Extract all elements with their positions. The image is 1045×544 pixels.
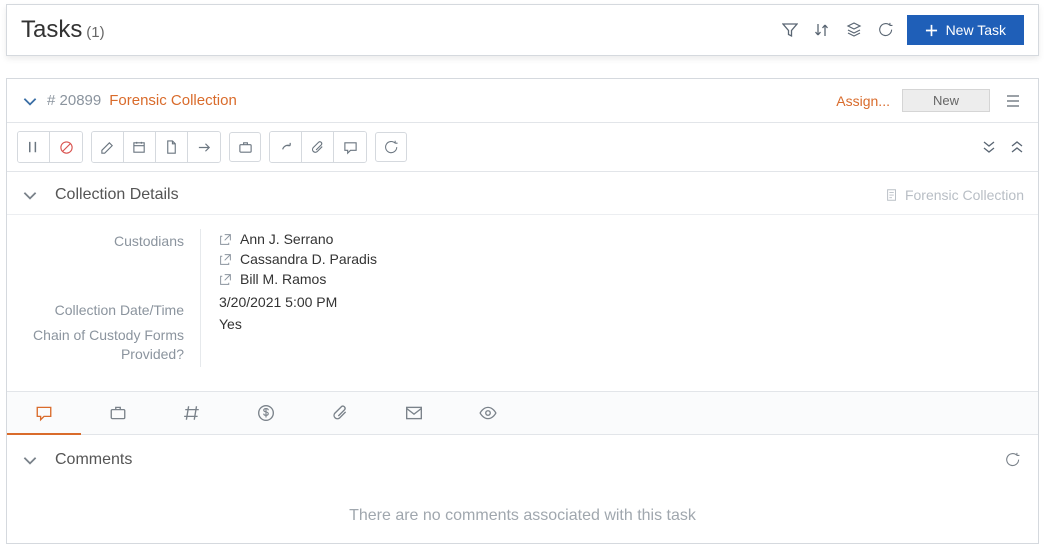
page-header: Tasks (1) New Task — [6, 4, 1039, 56]
custodian-name[interactable]: Bill M. Ramos — [240, 271, 326, 287]
layers-icon[interactable] — [843, 19, 865, 41]
chevron-down-icon[interactable] — [21, 92, 39, 110]
label-chain: Chain of Custody Forms Provided? — [21, 323, 184, 367]
refresh-icon[interactable] — [875, 19, 897, 41]
comments-title: Comments — [55, 451, 132, 469]
details-title: Collection Details — [55, 186, 179, 204]
cancel-button[interactable] — [50, 132, 82, 162]
task-name[interactable]: Forensic Collection — [109, 92, 237, 109]
briefcase-icon — [109, 404, 127, 422]
comments-header: Comments — [7, 435, 1038, 479]
tab-briefcase[interactable] — [81, 392, 155, 434]
attach-button[interactable] — [302, 132, 334, 162]
task-toolbar — [7, 123, 1038, 172]
chevron-down-icon[interactable] — [21, 451, 39, 469]
external-link-icon[interactable] — [219, 273, 232, 286]
filter-icon[interactable] — [779, 19, 801, 41]
hash-icon — [183, 404, 201, 422]
external-link-icon[interactable] — [219, 233, 232, 246]
plus-icon — [925, 24, 938, 37]
tab-hash[interactable] — [155, 392, 229, 434]
custodian-name[interactable]: Cassandra D. Paradis — [240, 251, 377, 267]
status-badge[interactable]: New — [902, 89, 990, 112]
tab-comments[interactable] — [7, 392, 81, 434]
refresh-button[interactable] — [375, 132, 407, 162]
sort-icon[interactable] — [811, 19, 833, 41]
attach-icon — [331, 404, 349, 422]
tab-mail[interactable] — [377, 392, 451, 434]
custodian-row: Cassandra D. Paradis — [219, 249, 1018, 269]
task-id: # 20899 — [47, 92, 101, 109]
menu-icon[interactable] — [1002, 90, 1024, 112]
eye-icon — [479, 404, 497, 422]
tabs — [7, 391, 1038, 435]
label-datetime: Collection Date/Time — [21, 298, 184, 323]
refresh-comments-icon[interactable] — [1002, 449, 1024, 471]
task-card: # 20899 Forensic Collection Assign... Ne… — [6, 78, 1039, 544]
datetime-value: 3/20/2021 5:00 PM — [219, 291, 1018, 313]
file-button[interactable] — [156, 132, 188, 162]
comment-icon — [35, 404, 53, 422]
external-link-icon[interactable] — [219, 253, 232, 266]
details-section-header: Collection Details Forensic Collection — [7, 172, 1038, 215]
edit-button[interactable] — [92, 132, 124, 162]
custodian-row: Bill M. Ramos — [219, 269, 1018, 289]
page-count: (1) — [86, 24, 104, 41]
doc-icon — [885, 188, 899, 202]
tab-cost[interactable] — [229, 392, 303, 434]
custodian-name[interactable]: Ann J. Serrano — [240, 231, 333, 247]
expand-all-icon[interactable] — [978, 136, 1000, 158]
tab-attach[interactable] — [303, 392, 377, 434]
arrow-button[interactable] — [188, 132, 220, 162]
tab-eye[interactable] — [451, 392, 525, 434]
assign-link[interactable]: Assign... — [836, 93, 890, 109]
new-task-label: New Task — [946, 22, 1006, 38]
form-type-label: Forensic Collection — [885, 187, 1024, 203]
details-body: Custodians Collection Date/Time Chain of… — [7, 215, 1038, 391]
task-header: # 20899 Forensic Collection Assign... Ne… — [7, 79, 1038, 123]
dollar-icon — [257, 404, 275, 422]
pause-button[interactable] — [18, 132, 50, 162]
label-custodians: Custodians — [21, 229, 184, 254]
collapse-all-icon[interactable] — [1006, 136, 1028, 158]
page-title: Tasks — [21, 16, 82, 43]
chain-value: Yes — [219, 313, 1018, 335]
chevron-down-icon[interactable] — [21, 186, 39, 204]
briefcase-button[interactable] — [229, 132, 261, 162]
comment-button[interactable] — [334, 132, 366, 162]
mail-icon — [405, 404, 423, 422]
custodian-row: Ann J. Serrano — [219, 229, 1018, 249]
page-title-wrap: Tasks (1) — [21, 16, 105, 44]
calendar-button[interactable] — [124, 132, 156, 162]
share-button[interactable] — [270, 132, 302, 162]
header-actions: New Task — [779, 15, 1024, 45]
new-task-button[interactable]: New Task — [907, 15, 1024, 45]
